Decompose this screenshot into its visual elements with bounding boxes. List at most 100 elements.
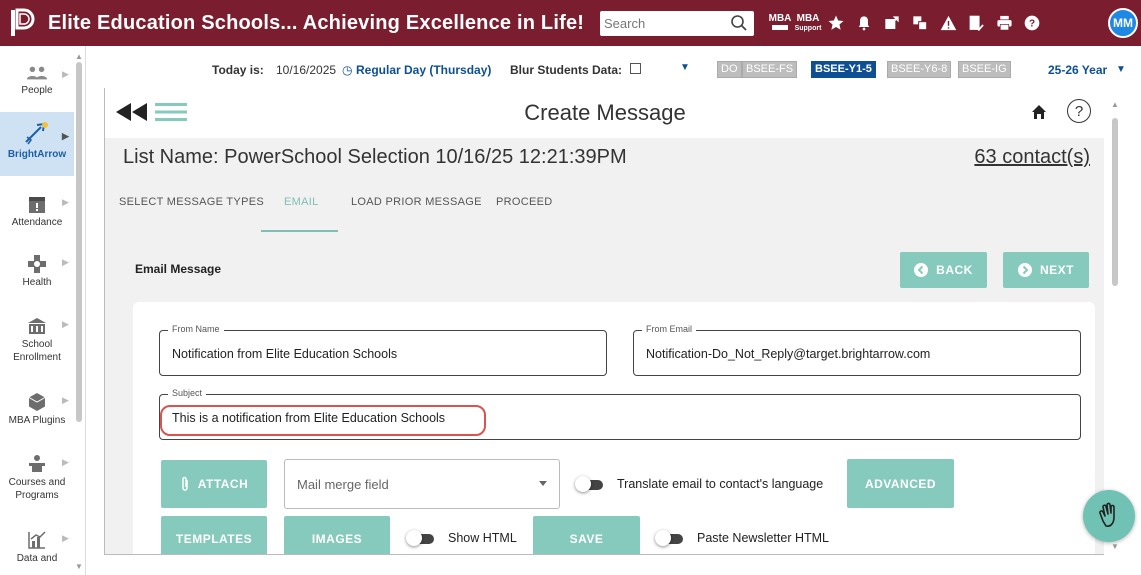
blur-checkbox[interactable] (630, 63, 641, 74)
warning-icon[interactable] (934, 8, 962, 38)
chip-bsee-fs[interactable]: BSEE-FS (742, 61, 798, 78)
contacts-link[interactable]: 63 contact(s) (974, 146, 1090, 169)
chevron-right-icon: ▶ (62, 257, 69, 267)
chevron-right-icon: ▶ (62, 533, 69, 543)
today-label: Today is: (212, 63, 264, 77)
subject-highlight (160, 405, 486, 436)
attendance-icon (28, 186, 46, 214)
scrollbar-thumb[interactable] (1112, 118, 1118, 286)
year-chevron-icon[interactable]: ▼ (1116, 64, 1126, 75)
blur-label: Blur Students Data: (510, 63, 623, 77)
sidebar-scroll-down-icon[interactable]: ▼ (75, 562, 83, 571)
translate-toggle[interactable] (575, 476, 605, 492)
tab-load-prior-message[interactable]: LOAD PRIOR MESSAGE (351, 196, 482, 208)
mba-support-icon[interactable]: MBA Support (794, 8, 822, 38)
chevron-right-icon: ▶ (62, 131, 69, 141)
subject-label: Subject (168, 388, 207, 398)
images-button[interactable]: IMAGES (284, 516, 390, 554)
user-avatar[interactable]: MM (1108, 8, 1138, 38)
mba-support-bottom: Support (794, 24, 822, 32)
sidebar-label-courses: Courses and Programs (8, 477, 66, 501)
mail-merge-placeholder: Mail merge field (297, 477, 389, 492)
sidebar-item-school-enrollment[interactable]: School Enrollment ▶ (0, 308, 74, 372)
chip-bsee-ig[interactable]: BSEE-IG (958, 61, 1011, 78)
sidebar-label-health: Health (22, 277, 52, 288)
scroll-down-icon[interactable]: ▼ (1111, 542, 1119, 551)
year-selector[interactable]: 25-26 Year (1048, 63, 1107, 77)
top-bar: Elite Education Schools... Achieving Exc… (0, 0, 1141, 46)
sidebar-item-courses[interactable]: Courses and Programs ▶ (0, 446, 74, 512)
advanced-button[interactable]: ADVANCED (847, 459, 954, 508)
search-input[interactable] (604, 12, 724, 35)
images-label: IMAGES (311, 532, 363, 546)
chevron-right-icon: ▶ (62, 69, 69, 79)
tab-email[interactable]: EMAIL (284, 196, 319, 208)
chip-bsee-y1-5[interactable]: BSEE-Y1-5 (811, 61, 876, 78)
chevron-down-icon[interactable]: ▼ (680, 62, 690, 73)
next-button[interactable]: NEXT (1003, 252, 1089, 288)
main-scrollbar[interactable]: ▲ ▼ (1110, 88, 1120, 555)
sidebar-label-data: Data and (16, 553, 58, 564)
external-link-icon[interactable] (878, 8, 906, 38)
chart-icon (27, 522, 47, 550)
from-email-value: Notification-Do_Not_Reply@target.brighta… (646, 347, 931, 361)
from-name-field[interactable]: From Name Notification from Elite Educat… (159, 324, 607, 376)
paste-newsletter-toggle[interactable] (655, 530, 685, 546)
back-button[interactable]: BACK (900, 252, 987, 288)
help-circle-icon[interactable]: ? (1018, 8, 1046, 38)
sidebar-label-mba-plugins: MBA Plugins (8, 415, 66, 426)
print-icon[interactable] (990, 8, 1018, 38)
from-email-field[interactable]: From Email Notification-Do_Not_Reply@tar… (633, 324, 1081, 376)
school-logo-icon[interactable] (6, 6, 40, 40)
paste-newsletter-label: Paste Newsletter HTML (697, 531, 829, 545)
home-icon[interactable] (1031, 104, 1047, 125)
attach-button[interactable]: ATTACH (161, 460, 267, 508)
mail-merge-select[interactable]: Mail merge field (284, 459, 560, 509)
scroll-up-icon[interactable]: ▲ (1111, 100, 1119, 109)
today-value: 10/16/2025 (276, 63, 337, 77)
sidebar-label-brightarrow: BrightArrow (7, 149, 67, 160)
sidebar-item-brightarrow[interactable]: BrightArrow ▶ (0, 112, 74, 176)
svg-text:?: ? (1029, 18, 1035, 29)
hand-wave-icon[interactable] (1083, 490, 1135, 542)
bell-icon[interactable] (850, 8, 878, 38)
sidebar-item-data[interactable]: Data and ▶ (0, 522, 74, 574)
people-icon (26, 54, 48, 82)
document-check-icon[interactable] (962, 8, 990, 38)
chevron-right-icon: ▶ (62, 197, 69, 207)
main-panel: Create Message ? List Name: PowerSchool … (104, 88, 1104, 555)
show-html-toggle[interactable] (406, 530, 436, 546)
tab-select-message-types[interactable]: SELECT MESSAGE TYPES (119, 196, 264, 208)
app-title: Elite Education Schools... Achieving Exc… (48, 11, 585, 34)
tab-proceed[interactable]: PROCEED (496, 196, 553, 208)
sidebar-label-attendance: Attendance (11, 217, 63, 228)
translate-icon[interactable] (906, 8, 934, 38)
sidebar-label-people: People (21, 85, 53, 96)
help-icon[interactable]: ? (1067, 99, 1091, 123)
search-icon[interactable] (730, 14, 748, 37)
caret-down-icon (539, 481, 547, 486)
templates-button[interactable]: TEMPLATES (161, 516, 267, 554)
chip-bsee-y6-8[interactable]: BSEE-Y6-8 (887, 61, 952, 78)
active-tab-indicator (261, 230, 338, 232)
mba-label: MBA (768, 13, 792, 24)
from-email-label: From Email (642, 324, 697, 334)
sidebar-item-mba-plugins[interactable]: MBA Plugins ▶ (0, 384, 74, 436)
sidebar-item-people[interactable]: People ▶ (0, 54, 74, 106)
info-bar: Today is: 10/16/2025 ◷ Regular Day (Thur… (86, 57, 1141, 83)
sidebar-scroll-up-icon[interactable]: ▲ (75, 52, 83, 61)
sidebar-scrollbar[interactable] (76, 62, 82, 422)
chip-do[interactable]: DO (717, 61, 742, 78)
chevron-right-icon: ▶ (62, 319, 69, 329)
day-type[interactable]: Regular Day (Thursday) (356, 63, 491, 77)
arrow-left-icon (914, 263, 929, 277)
sidebar-item-health[interactable]: Health ▶ (0, 246, 74, 298)
page-title: Create Message (524, 100, 686, 125)
save-button[interactable]: SAVE (533, 516, 640, 554)
chevron-right-icon: ▶ (62, 457, 69, 467)
sidebar-item-attendance[interactable]: Attendance ▶ (0, 186, 74, 238)
mba-icon[interactable]: MBA (766, 8, 794, 38)
star-icon[interactable] (822, 8, 850, 38)
clock-icon: ◷ (342, 63, 353, 77)
school-icon (27, 308, 47, 336)
